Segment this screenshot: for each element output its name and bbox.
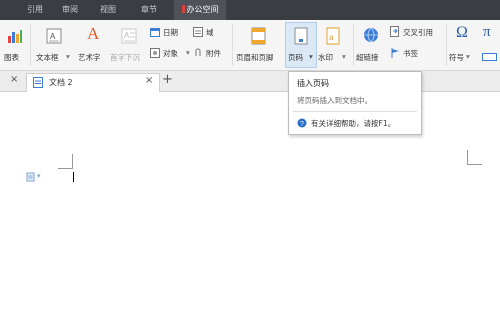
globe-link-icon xyxy=(364,27,378,43)
paperclip-icon xyxy=(195,48,201,56)
document-icon xyxy=(33,77,43,88)
chevron-down-icon: ▾ xyxy=(466,52,470,61)
header-footer-label: 页眉和页脚 xyxy=(236,53,274,62)
menu-office-space[interactable]: 办公空间 xyxy=(174,0,226,20)
attachment-button[interactable]: 附件 xyxy=(193,47,229,61)
close-tab-icon[interactable]: × xyxy=(145,75,153,86)
object-button[interactable]: 对象 ▾ xyxy=(150,47,194,61)
field-icon xyxy=(193,27,203,37)
menu-sections[interactable]: 章节 xyxy=(133,0,165,20)
attachment-label: 附件 xyxy=(206,49,221,58)
menu-references[interactable]: 引用 xyxy=(20,0,50,20)
formula-button[interactable]: π xyxy=(480,24,500,66)
menu-view[interactable]: 视图 xyxy=(93,0,123,20)
text-cursor xyxy=(73,172,74,182)
hyperlink-button[interactable]: 超链接 xyxy=(356,24,386,66)
svg-text:?: ? xyxy=(300,121,304,128)
equation-icon xyxy=(482,53,497,61)
date-label: 日期 xyxy=(163,28,178,37)
chart-label: 图表 xyxy=(4,53,19,62)
header-footer-icon xyxy=(251,27,266,45)
svg-text:a: a xyxy=(329,33,334,42)
hyperlink-label: 超链接 xyxy=(356,53,379,62)
textbox-icon: A xyxy=(46,28,62,44)
page-number-label: 页码 xyxy=(288,53,303,62)
dropcap-icon: A xyxy=(121,28,137,44)
help-icon: ? xyxy=(297,118,307,128)
ribbon-toolbar: 图表 A 文本框 ▾ A 艺术字 A 首字下沉 日期 域 对象 ▾ 附件 页眉和… xyxy=(0,20,500,71)
paragraph-layout-icon xyxy=(26,172,35,182)
dropcap-label: 首字下沉 xyxy=(110,53,140,62)
textbox-button[interactable]: A 文本框 ▾ xyxy=(36,24,74,66)
header-footer-button[interactable]: 页眉和页脚 xyxy=(236,24,282,66)
chevron-down-icon: ▾ xyxy=(309,52,313,61)
symbol-label: 符号 xyxy=(449,53,464,62)
cross-reference-icon xyxy=(390,26,399,37)
menu-bar: 引用 审阅 视图 章节 办公空间 xyxy=(0,0,500,20)
bookmark-label: 书签 xyxy=(403,49,418,58)
tab-label: 文档 2 xyxy=(49,78,73,87)
date-button[interactable]: 日期 xyxy=(150,26,188,40)
tab-document-2[interactable]: 文档 2 × xyxy=(26,73,160,92)
menu-review[interactable]: 审阅 xyxy=(55,0,85,20)
dropcap-button[interactable]: A 首字下沉 xyxy=(110,24,148,66)
chart-button[interactable]: 图表 xyxy=(4,24,26,66)
cross-reference-button[interactable]: 交叉引用 xyxy=(390,26,442,40)
calendar-icon xyxy=(150,28,160,37)
symbol-button[interactable]: Ω 符号 ▾ xyxy=(449,24,477,66)
svg-text:A: A xyxy=(124,31,130,40)
object-icon xyxy=(150,48,160,58)
chart-icon xyxy=(8,30,22,43)
wordart-icon: A xyxy=(87,24,100,43)
chevron-down-icon: ▾ xyxy=(186,48,190,57)
wordart-label: 艺术字 xyxy=(78,53,101,62)
margin-corner-top-left xyxy=(58,154,73,169)
watermark-label: 水印 xyxy=(318,53,333,62)
chevron-down-icon: ▾ xyxy=(37,172,41,180)
paragraph-handle[interactable]: ▾ xyxy=(26,172,44,182)
tooltip-help-text: 有关详细帮助，请按F1。 xyxy=(311,119,396,128)
new-tab-button[interactable]: + xyxy=(162,72,173,87)
close-all-icon[interactable]: × xyxy=(10,74,18,85)
document-canvas[interactable]: ▾ xyxy=(0,92,500,321)
omega-icon: Ω xyxy=(456,24,468,41)
watermark-icon: a xyxy=(326,27,340,45)
document-tab-bar: × 文档 2 × + xyxy=(0,71,500,92)
tooltip-divider xyxy=(293,111,417,112)
tooltip-description: 将页码插入到文档中。 xyxy=(297,96,372,105)
object-label: 对象 xyxy=(163,49,178,58)
bookmark-button[interactable]: 书签 xyxy=(390,47,426,61)
office-space-icon xyxy=(181,5,185,13)
textbox-label: 文本框 xyxy=(36,53,59,62)
page-number-button[interactable]: 页码 ▾ xyxy=(285,22,317,68)
field-label: 域 xyxy=(206,28,214,37)
page-number-icon xyxy=(294,27,308,45)
chevron-down-icon: ▾ xyxy=(342,52,346,61)
wordart-button[interactable]: A 艺术字 xyxy=(78,24,108,66)
bookmark-flag-icon xyxy=(391,48,399,58)
watermark-button[interactable]: a 水印 ▾ xyxy=(318,24,350,66)
page-number-tooltip: 插入页码 将页码插入到文档中。 ? 有关详细帮助，请按F1。 xyxy=(288,71,422,135)
pi-icon: π xyxy=(483,24,491,40)
cross-reference-label: 交叉引用 xyxy=(403,28,433,37)
margin-corner-top-right xyxy=(467,150,482,165)
tooltip-title: 插入页码 xyxy=(297,79,329,88)
svg-text:A: A xyxy=(50,32,56,41)
chevron-down-icon: ▾ xyxy=(66,52,70,61)
field-button[interactable]: 域 xyxy=(193,26,223,40)
